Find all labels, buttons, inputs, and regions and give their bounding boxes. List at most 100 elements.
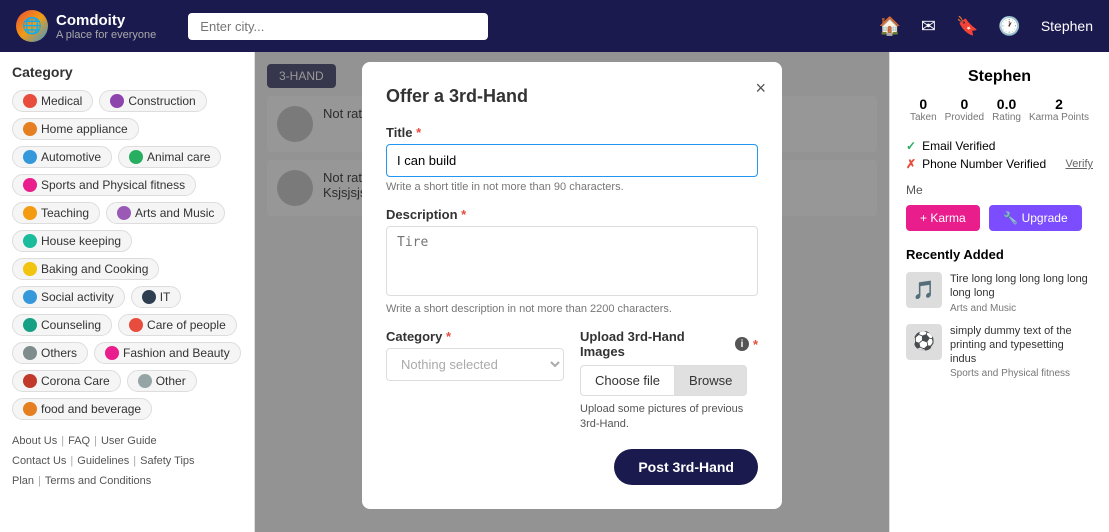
category-tag[interactable]: Teaching xyxy=(12,202,100,224)
check-icon: ✓ xyxy=(906,139,916,153)
upload-col: Upload 3rd-Hand Images i * Choose file B… xyxy=(580,329,758,433)
category-dot xyxy=(23,122,37,136)
description-hint: Write a short description in not more th… xyxy=(386,303,758,315)
modal: Offer a 3rd-Hand × Title * Write a short… xyxy=(362,62,782,509)
category-label: Home appliance xyxy=(41,122,128,136)
modal-overlay: Offer a 3rd-Hand × Title * Write a short… xyxy=(255,52,889,532)
choose-file-button[interactable]: Choose file xyxy=(580,365,674,396)
title-input[interactable] xyxy=(386,144,758,177)
post-button[interactable]: Post 3rd-Hand xyxy=(614,449,758,485)
category-tag[interactable]: Baking and Cooking xyxy=(12,258,159,280)
footer-link[interactable]: User Guide xyxy=(101,435,157,447)
upgrade-button[interactable]: 🔧 Upgrade xyxy=(989,205,1081,231)
category-tag[interactable]: Care of people xyxy=(118,314,237,336)
upload-label: Upload 3rd-Hand Images i * xyxy=(580,329,758,359)
category-dot xyxy=(23,290,37,304)
category-dot xyxy=(138,374,152,388)
category-label: Care of people xyxy=(147,318,226,332)
action-buttons: + Karma 🔧 Upgrade xyxy=(906,205,1093,231)
category-tag[interactable]: Fashion and Beauty xyxy=(94,342,241,364)
category-tag[interactable]: Corona Care xyxy=(12,370,121,392)
footer-link[interactable]: Safety Tips xyxy=(140,455,194,467)
category-dot xyxy=(129,150,143,164)
category-dot xyxy=(23,178,37,192)
category-label: House keeping xyxy=(41,234,121,248)
footer-link[interactable]: FAQ xyxy=(68,435,90,447)
category-tag[interactable]: Arts and Music xyxy=(106,202,225,224)
category-tag[interactable]: Medical xyxy=(12,90,93,112)
history-icon[interactable]: 🕐 xyxy=(998,16,1020,37)
footer-link[interactable]: Terms and Conditions xyxy=(45,475,151,487)
category-label: food and beverage xyxy=(41,402,141,416)
category-col: Category * Nothing selected xyxy=(386,329,564,433)
recent-category: Arts and Music xyxy=(950,303,1093,314)
category-label: Construction xyxy=(128,94,195,108)
category-label: Arts and Music xyxy=(135,206,214,220)
category-tag[interactable]: Counseling xyxy=(12,314,112,336)
recent-thumb: 🎵 xyxy=(906,272,942,308)
info-icon: i xyxy=(735,337,749,351)
category-tag[interactable]: House keeping xyxy=(12,230,132,252)
verify-link[interactable]: Verify xyxy=(1065,158,1093,170)
footer-link[interactable]: About Us xyxy=(12,435,57,447)
category-tag[interactable]: Other xyxy=(127,370,197,392)
category-tag[interactable]: Construction xyxy=(99,90,206,112)
category-label: Medical xyxy=(41,94,82,108)
category-label: Category * xyxy=(386,329,564,344)
category-dot xyxy=(23,346,37,360)
user-name[interactable]: Stephen xyxy=(1041,18,1093,34)
brand-tagline: A place for everyone xyxy=(56,29,156,41)
category-tag[interactable]: Social activity xyxy=(12,286,125,308)
brand-name: Comdoity xyxy=(56,12,156,29)
logo: 🌐 Comdoity A place for everyone xyxy=(16,10,156,42)
home-icon[interactable]: 🏠 xyxy=(878,16,900,37)
category-tag[interactable]: IT xyxy=(131,286,182,308)
bookmark-icon[interactable]: 🔖 xyxy=(956,16,978,37)
sidebar-title: Category xyxy=(12,64,242,80)
category-label: Baking and Cooking xyxy=(41,262,148,276)
footer-link[interactable]: Guidelines xyxy=(77,455,129,467)
category-select[interactable]: Nothing selected xyxy=(386,348,564,381)
category-tags: Medical ConstructionHome appliance Automot… xyxy=(12,90,242,420)
search-input[interactable] xyxy=(188,13,488,40)
category-dot xyxy=(23,374,37,388)
stat-item: 0Taken xyxy=(910,96,937,123)
description-field-group: Description * Write a short description … xyxy=(386,207,758,315)
category-dot xyxy=(23,150,37,164)
header-icons: 🏠 ✉ 🔖 🕐 Stephen xyxy=(878,16,1093,37)
profile-stats: 0Taken0Provided0.0Rating2Karma Points xyxy=(906,96,1093,123)
stat-item: 2Karma Points xyxy=(1029,96,1089,123)
modal-close-button[interactable]: × xyxy=(755,78,766,99)
footer-link[interactable]: Contact Us xyxy=(12,455,66,467)
title-hint: Write a short title in not more than 90 … xyxy=(386,181,758,193)
category-dot xyxy=(23,94,37,108)
footer-link[interactable]: Plan xyxy=(12,475,34,487)
category-tag[interactable]: Animal care xyxy=(118,146,221,168)
category-dot xyxy=(23,234,37,248)
category-dot xyxy=(117,206,131,220)
category-dot xyxy=(110,94,124,108)
recent-category: Sports and Physical fitness xyxy=(950,368,1093,379)
description-textarea[interactable] xyxy=(386,226,758,296)
description-label: Description * xyxy=(386,207,758,222)
layout: Category Medical ConstructionHome applian… xyxy=(0,52,1109,532)
stat-label: Karma Points xyxy=(1029,112,1089,123)
recent-title: Tire long long long long long long long xyxy=(950,272,1093,301)
required-marker: * xyxy=(416,125,421,140)
category-tag[interactable]: Sports and Physical fitness xyxy=(12,174,196,196)
category-label: IT xyxy=(160,290,171,304)
cross-icon: ✗ xyxy=(906,157,916,171)
category-label: Automotive xyxy=(41,150,101,164)
recently-added-title: Recently Added xyxy=(906,247,1093,262)
category-dot xyxy=(142,290,156,304)
category-tag[interactable]: Home appliance xyxy=(12,118,139,140)
form-bottom-row: Category * Nothing selected Upload 3rd-H… xyxy=(386,329,758,433)
mail-icon[interactable]: ✉ xyxy=(921,16,936,37)
category-tag[interactable]: Automotive xyxy=(12,146,112,168)
karma-button[interactable]: + Karma xyxy=(906,205,980,231)
browse-button[interactable]: Browse xyxy=(674,365,747,396)
category-tag[interactable]: Others xyxy=(12,342,88,364)
phone-verified-item: ✗ Phone Number Verified Verify xyxy=(906,157,1093,171)
category-label: Animal care xyxy=(147,150,210,164)
category-tag[interactable]: food and beverage xyxy=(12,398,152,420)
